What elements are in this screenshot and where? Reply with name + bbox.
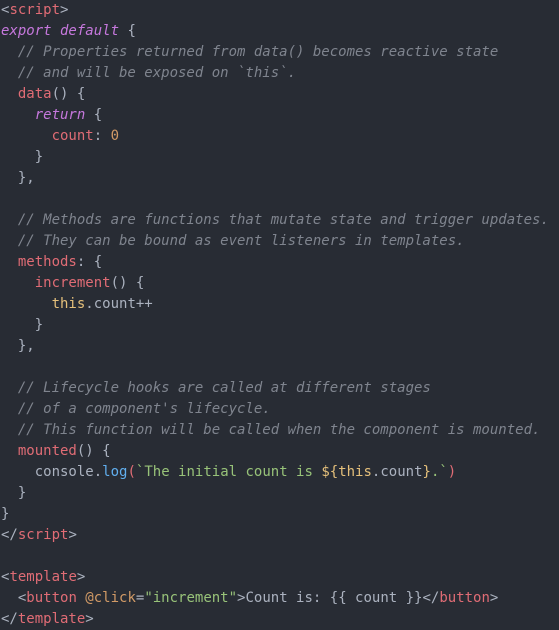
code-token: data — [17, 86, 52, 102]
code-line: // They can be bound as event listeners … — [0, 231, 559, 252]
code-token: ) — [447, 464, 457, 480]
code-line: data() { — [0, 84, 559, 105]
code-line: }, — [0, 168, 559, 189]
code-token: export default — [1, 23, 120, 39]
code-line: count: 0 — [0, 126, 559, 147]
code-token: () { — [110, 275, 145, 291]
code-token: 0 — [110, 128, 120, 144]
code-token: < — [1, 590, 27, 606]
code-token: () { — [76, 443, 111, 459]
code-line: }, — [0, 336, 559, 357]
code-line: // of a component's lifecycle. — [0, 399, 559, 420]
code-token: } — [1, 317, 44, 333]
code-token: // This function will be called when the… — [1, 422, 541, 438]
code-token: }, — [1, 338, 35, 354]
code-token: . — [93, 464, 103, 480]
code-line: return { — [0, 105, 559, 126]
code-line: } — [0, 483, 559, 504]
code-token: > — [60, 2, 69, 18]
code-line: // Methods are functions that mutate sta… — [0, 210, 559, 231]
code-line: // Lifecycle hooks are called at differe… — [0, 378, 559, 399]
code-token: // Lifecycle hooks are called at differe… — [1, 380, 431, 396]
code-line: this.count++ — [0, 294, 559, 315]
code-token: "increment" — [144, 590, 238, 606]
code-line: } — [0, 147, 559, 168]
code-token: > — [489, 590, 499, 606]
code-token: this — [51, 296, 86, 312]
code-token: log — [102, 464, 128, 480]
code-token: increment — [34, 275, 111, 291]
code-token: return — [34, 107, 86, 123]
code-line: </template> — [0, 609, 559, 630]
code-token: >Count is: {{ count }}</ — [237, 590, 440, 606]
code-token: > — [76, 569, 86, 585]
code-token: // Methods are functions that mutate sta… — [1, 212, 549, 228]
code-token: } — [1, 506, 10, 522]
code-token: </ — [1, 527, 18, 543]
code-token: script — [17, 527, 69, 543]
code-token: .` — [430, 464, 448, 480]
code-token: mounted — [17, 443, 77, 459]
code-token: { — [85, 107, 103, 123]
code-token: } — [422, 464, 431, 480]
code-token: ${ — [321, 464, 339, 480]
code-token: `The initial count is — [135, 464, 322, 480]
code-token: > — [68, 527, 77, 543]
code-token: // and will be exposed on `this`. — [1, 65, 297, 81]
code-token: { — [119, 23, 136, 39]
code-line: <template> — [0, 567, 559, 588]
code-token: </ — [1, 611, 18, 627]
code-line: // and will be exposed on `this`. — [0, 63, 559, 84]
code-line: // This function will be called when the… — [0, 420, 559, 441]
code-token: console — [34, 464, 94, 480]
code-line: } — [0, 504, 559, 525]
code-editor[interactable]: <script> export default { // Properties r… — [0, 0, 559, 630]
code-token: () { — [51, 86, 86, 102]
code-token: // of a component's lifecycle. — [1, 401, 271, 417]
code-token: button — [439, 590, 490, 606]
code-token: @click — [76, 590, 136, 606]
code-line: <script> — [0, 0, 559, 21]
code-line: methods: { — [0, 252, 559, 273]
code-line: increment() { — [0, 273, 559, 294]
code-token: .count++ — [85, 296, 153, 312]
code-token: methods — [17, 254, 77, 270]
code-token: } — [1, 485, 27, 501]
code-token: .count — [371, 464, 423, 480]
code-line: <button @click="increment">Count is: {{ … — [0, 588, 559, 609]
code-token: count — [51, 128, 94, 144]
code-token: // Properties returned from data() becom… — [1, 44, 499, 60]
code-token: this — [338, 464, 372, 480]
code-line: mounted() { — [0, 441, 559, 462]
code-token: template — [9, 569, 77, 585]
code-token: : — [93, 128, 111, 144]
code-line: </script> — [0, 525, 559, 546]
code-token: // They can be bound as event listeners … — [1, 233, 465, 249]
code-token: : { — [76, 254, 103, 270]
code-line: export default { — [0, 21, 559, 42]
code-line: } — [0, 315, 559, 336]
code-token: ( — [127, 464, 136, 480]
code-token: } — [1, 149, 44, 165]
code-token: template — [17, 611, 86, 627]
code-line: console.log(`The initial count is ${this… — [0, 462, 559, 483]
code-token: script — [9, 2, 61, 18]
code-token: > — [85, 611, 94, 627]
code-token: button — [26, 590, 77, 606]
code-token: }, — [1, 170, 35, 186]
code-line: // Properties returned from data() becom… — [0, 42, 559, 63]
